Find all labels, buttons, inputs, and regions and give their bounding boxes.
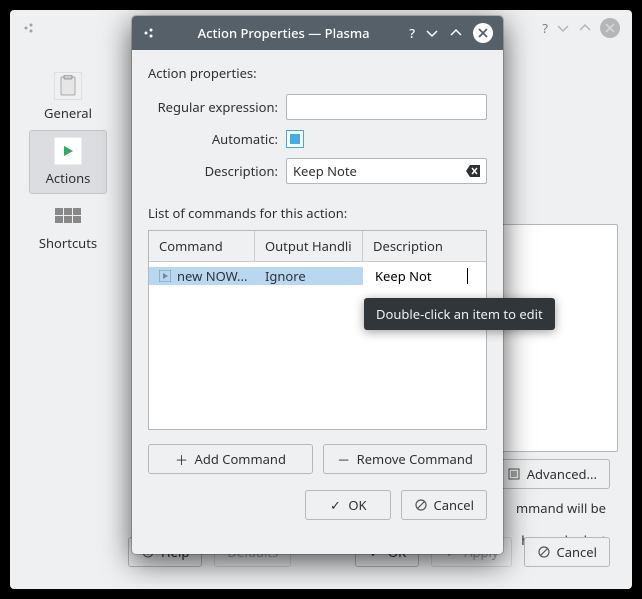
check-icon: ✓	[328, 498, 342, 512]
table-row[interactable]: new NOW... Ignore	[149, 262, 486, 290]
prohibit-icon	[537, 545, 551, 559]
minimize-icon[interactable]	[425, 26, 439, 40]
help-titlebar-icon[interactable]: ?	[542, 19, 548, 37]
cell-output[interactable]: Ignore	[255, 267, 363, 285]
automatic-label: Automatic:	[148, 130, 278, 148]
clipboard-icon	[54, 72, 82, 100]
sidebar-label-actions: Actions	[32, 169, 104, 187]
description-value: Keep Note	[293, 162, 357, 180]
app-menu-icon[interactable]	[142, 25, 158, 41]
keyboard-icon	[54, 202, 82, 230]
cell-description-input[interactable]	[373, 266, 466, 286]
sidebar-item-shortcuts[interactable]: Shortcuts	[29, 196, 107, 258]
plus-icon: ＋	[175, 452, 189, 466]
close-icon[interactable]	[473, 23, 493, 43]
sidebar-label-general: General	[31, 104, 105, 122]
col-output-handling[interactable]: Output Handli	[255, 231, 363, 261]
commands-table: Command Output Handli Description new NO…	[148, 230, 487, 430]
app-menu-icon[interactable]	[22, 20, 38, 36]
col-command[interactable]: Command	[149, 231, 255, 261]
edit-tooltip: Double-click an item to edit	[364, 298, 555, 330]
minimize-icon[interactable]	[556, 21, 570, 35]
help-titlebar-icon[interactable]: ?	[409, 24, 415, 42]
col-description[interactable]: Description	[363, 231, 486, 261]
add-command-button[interactable]: ＋ Add Command	[148, 444, 313, 474]
bg-hint-text-1: mmand will be	[516, 499, 606, 517]
sidebar-item-actions[interactable]: Actions	[29, 130, 107, 194]
automatic-checkbox[interactable]	[286, 130, 304, 148]
clear-icon[interactable]	[466, 165, 480, 177]
ok-button[interactable]: ✓ OK	[305, 490, 391, 520]
sidebar-label-shortcuts: Shortcuts	[31, 234, 105, 252]
cell-description-editing[interactable]	[363, 266, 486, 286]
description-label: Description:	[148, 162, 278, 180]
settings-icon	[507, 467, 521, 481]
parent-cancel-button[interactable]: Cancel	[524, 537, 610, 567]
settings-sidebar: General Actions Shortcuts	[29, 66, 107, 258]
action-properties-dialog: Action Properties — Plasma ? Action prop…	[132, 16, 503, 554]
play-icon	[54, 137, 82, 165]
run-icon	[159, 270, 171, 282]
commands-list-label: List of commands for this action:	[148, 204, 487, 222]
ok-label: OK	[348, 496, 366, 514]
description-input[interactable]: Keep Note	[286, 158, 487, 184]
remove-command-button[interactable]: － Remove Command	[323, 444, 488, 474]
cancel-label: Cancel	[434, 496, 474, 514]
cancel-button[interactable]: Cancel	[401, 490, 487, 520]
dialog-titlebar[interactable]: Action Properties — Plasma ?	[132, 16, 503, 50]
close-icon[interactable]	[600, 18, 620, 38]
dialog-title: Action Properties — Plasma	[168, 24, 399, 42]
table-header: Command Output Handli Description	[149, 231, 486, 262]
regex-input[interactable]	[286, 94, 487, 120]
cell-command[interactable]: new NOW...	[149, 267, 255, 285]
minus-icon: －	[337, 452, 351, 466]
action-properties-heading: Action properties:	[148, 64, 487, 82]
advanced-button[interactable]: Advanced...	[494, 459, 610, 489]
remove-command-label: Remove Command	[357, 450, 473, 468]
prohibit-icon	[414, 498, 428, 512]
parent-cancel-label: Cancel	[557, 543, 597, 561]
add-command-label: Add Command	[195, 450, 286, 468]
maximize-icon[interactable]	[578, 21, 592, 35]
regex-label: Regular expression:	[148, 98, 278, 116]
advanced-label: Advanced...	[527, 465, 597, 483]
sidebar-item-general[interactable]: General	[29, 66, 107, 128]
maximize-icon[interactable]	[449, 26, 463, 40]
